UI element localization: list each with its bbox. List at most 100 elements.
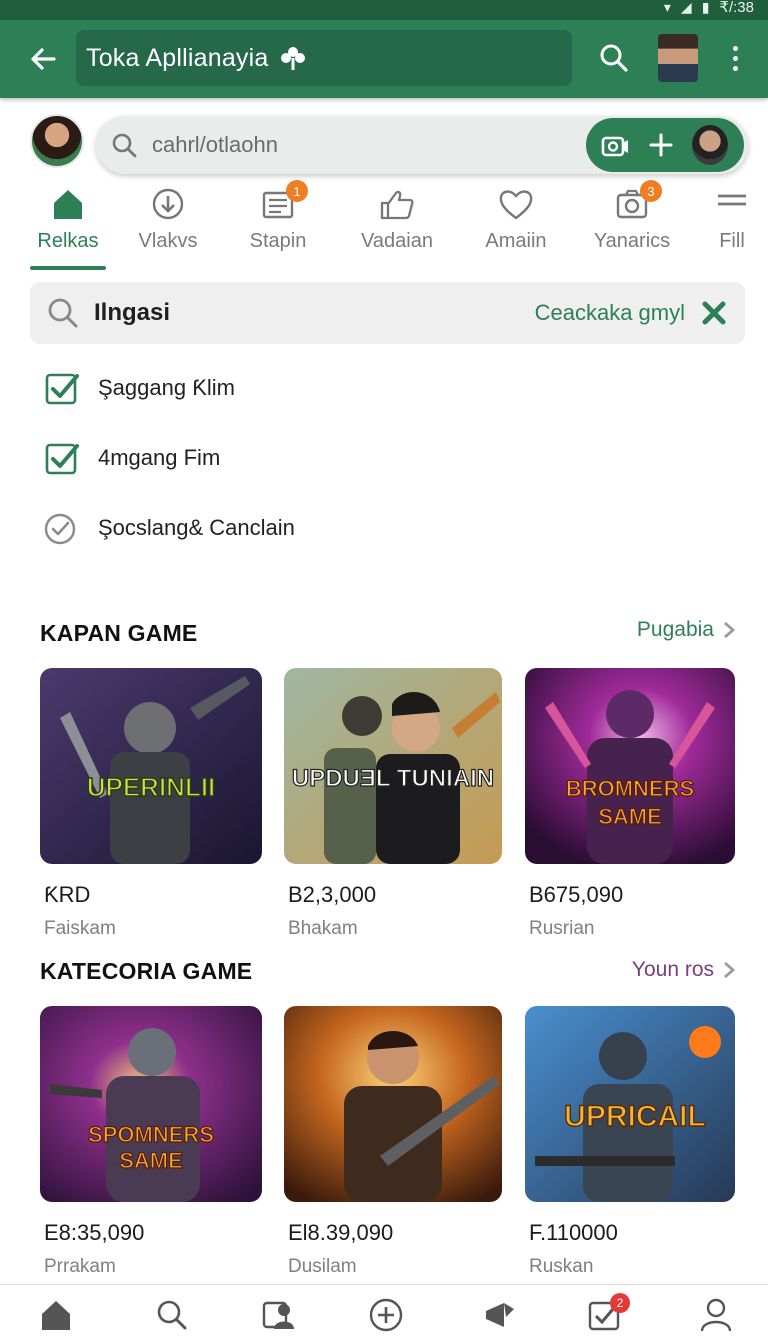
tab-relkas[interactable]: Relkas <box>32 184 104 270</box>
more-vertical-icon[interactable] <box>718 38 752 78</box>
app-title-box[interactable]: Toka Apllianayia <box>76 30 572 86</box>
game-price: E8:35,090 <box>44 1220 145 1245</box>
filter-option-label: Şocslang& Canclain <box>98 515 295 540</box>
tab-yanarics[interactable]: 3 Yanarics <box>590 180 674 270</box>
home-icon <box>54 190 82 219</box>
game-card[interactable]: SPOMNERS SAME E8:35,090 Prrakam <box>40 1006 262 1278</box>
game-location: Faiskam <box>44 918 116 939</box>
app-bar: Toka Apllianayia <box>0 20 768 98</box>
section-title: KATECORIA GAME <box>40 958 253 984</box>
svg-text:SAME: SAME <box>598 804 662 829</box>
menu-icon <box>718 194 746 206</box>
filter-option[interactable]: 4mgang Fim <box>44 438 220 478</box>
game-price: B2,3,000 <box>288 882 377 907</box>
nav-community[interactable] <box>258 1295 298 1335</box>
section-link-label: Youn ros <box>631 958 714 981</box>
svg-text:SAME: SAME <box>119 1148 183 1173</box>
filter-clear-link[interactable]: Ceackaka gmyl <box>535 300 685 326</box>
svg-text:BROMNERS: BROMNERS <box>566 776 694 801</box>
app-search-button[interactable] <box>592 36 636 80</box>
nav-add[interactable] <box>366 1295 406 1335</box>
chevron-right-icon <box>724 621 736 639</box>
svg-text:SPOMNERS: SPOMNERS <box>88 1122 214 1147</box>
nav-profile[interactable] <box>696 1295 736 1335</box>
home-icon <box>42 1301 70 1330</box>
game-card[interactable]: UPRICAIL F.110000 Ruskan <box>525 1006 735 1278</box>
status-icons: ▾ ◢ ▮ ₹/:38 <box>663 0 754 16</box>
search-icon <box>112 133 137 158</box>
heart-icon <box>499 190 533 220</box>
game-card[interactable]: El8.39,090 Dusilam <box>284 1006 502 1278</box>
tab-amaiin[interactable]: Amaiin <box>480 184 552 270</box>
search-bar <box>96 116 748 174</box>
game-location: Prrakam <box>44 1256 116 1277</box>
tab-label: Yanarics <box>593 230 671 252</box>
avatar[interactable] <box>692 125 728 165</box>
search-icon <box>157 1300 187 1330</box>
game-thumbnail: UPRICAIL <box>525 1006 735 1202</box>
tab-vadaian[interactable]: Vadaian <box>356 184 438 270</box>
clear-filter-button[interactable] <box>699 298 729 328</box>
tab-stapin[interactable]: 1 Stapin <box>242 180 314 270</box>
back-button[interactable] <box>22 38 64 80</box>
tab-vlakvs[interactable]: Vlakvs <box>134 184 202 270</box>
game-card[interactable]: UPDUƎL TUNIAIN B2,3,000 Bhakam <box>284 668 502 940</box>
filter-option[interactable]: Şaggang Ƙlim <box>44 368 235 408</box>
app-title: Toka Apllianayia <box>86 43 269 72</box>
filter-bar: Ilngasi Ceackaka gmyl <box>30 282 745 344</box>
nav-tasks[interactable]: 2 <box>584 1293 630 1335</box>
nav-search[interactable] <box>152 1295 192 1335</box>
filter-option[interactable]: Şocslang& Canclain <box>44 508 295 548</box>
search-icon <box>48 298 78 328</box>
tab-label: Stapin <box>249 230 307 252</box>
profile-avatar[interactable] <box>658 34 698 82</box>
user-avatar[interactable] <box>30 114 84 168</box>
game-price: B675,090 <box>529 882 624 907</box>
plus-icon[interactable] <box>648 132 674 158</box>
bottom-navigation: 2 <box>0 1284 768 1344</box>
nav-announcements[interactable] <box>480 1295 520 1335</box>
game-price: ƘRD <box>44 882 91 907</box>
checkbox-checked-icon <box>45 373 79 405</box>
signal-icon: ◢ <box>680 0 692 15</box>
filter-option-label: 4mgang Fim <box>98 445 221 470</box>
camera-icon[interactable] <box>600 130 630 160</box>
game-card[interactable]: UPERINLII ƘRD Faiskam <box>40 668 262 940</box>
tab-badge: 1 <box>286 180 308 202</box>
tab-label: Vlakvs <box>138 230 198 252</box>
tab-label: Amaiin <box>485 230 547 252</box>
filter-option-label: Şaggang Ƙlim <box>98 375 235 400</box>
megaphone-icon <box>486 1303 514 1327</box>
game-thumbnail: UPDUƎL TUNIAIN <box>284 668 502 864</box>
arrow-left-icon <box>31 48 56 70</box>
tab-label: Fill <box>719 230 745 252</box>
tab-label: Relkas <box>37 230 99 252</box>
filter-query[interactable]: Ilngasi <box>94 299 170 327</box>
svg-text:UPRICAIL: UPRICAIL <box>564 1100 706 1133</box>
battery-icon: ▮ <box>701 0 710 15</box>
game-location: Ruskan <box>529 1256 594 1277</box>
game-location: Bhakam <box>288 918 358 939</box>
svg-text:UPERINLII: UPERINLII <box>87 772 216 802</box>
section-title: KAPAN GAME <box>40 620 198 646</box>
game-card[interactable]: BROMNERS SAME B675,090 Rusrian <box>525 668 735 940</box>
wifi-icon: ▾ <box>663 0 671 15</box>
tab-label: Vadaian <box>361 230 433 252</box>
status-bar: ▾ ◢ ▮ ₹/:38 <box>0 0 768 20</box>
search-icon <box>600 44 628 72</box>
thumbs-up-icon <box>380 190 414 220</box>
search-input[interactable] <box>152 132 572 158</box>
section-see-all-link[interactable]: Youn ros <box>632 958 736 982</box>
tab-badge: 3 <box>640 180 662 202</box>
svg-text:UPDUƎL TUNIAIN: UPDUƎL TUNIAIN <box>292 765 494 792</box>
download-circle-icon <box>152 188 184 220</box>
notification-badge: 2 <box>610 1293 630 1313</box>
section-see-all-link[interactable]: Pugabia <box>637 618 736 642</box>
tab-fill[interactable]: Fill <box>712 184 752 270</box>
nav-home[interactable] <box>36 1295 76 1335</box>
game-price: F.110000 <box>529 1220 618 1245</box>
flower-icon <box>280 47 305 70</box>
game-thumbnail <box>284 1006 502 1202</box>
category-tabs: Relkas Vlakvs 1 Stapin Vadaian Amaiin 3 … <box>0 180 768 272</box>
checkbox-checked-icon <box>45 443 79 475</box>
